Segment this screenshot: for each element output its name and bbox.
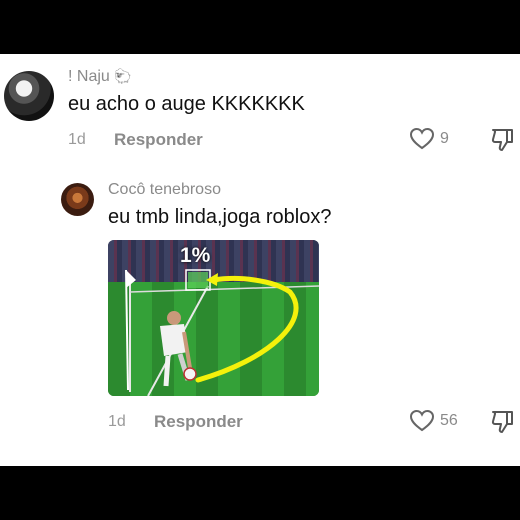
heart-outline-icon[interactable] [409, 127, 435, 151]
comment-username[interactable]: Cocô tenebroso [108, 181, 221, 199]
avatar[interactable] [4, 71, 54, 121]
badge-icon: 🐑 [114, 68, 132, 84]
like-count: 56 [440, 412, 458, 429]
thumbs-down-outline-icon[interactable] [490, 127, 516, 153]
comment-timestamp: 1d [68, 131, 86, 148]
comment-timestamp: 1d [108, 413, 126, 430]
overlay-percentage: 1% [180, 244, 211, 267]
comment-text: eu acho o auge KKKKKKK [68, 93, 305, 115]
like-count: 9 [440, 130, 449, 147]
bottom-frame [0, 466, 520, 520]
avatar[interactable] [61, 183, 94, 216]
comment-image[interactable]: 1% [108, 240, 319, 396]
thumbs-down-outline-icon[interactable] [490, 409, 516, 435]
comment-username[interactable]: ! Naju 🐑 [68, 68, 132, 86]
reply-button[interactable]: Responder [114, 130, 203, 150]
pitch-overlay [125, 269, 319, 396]
reply-button[interactable]: Responder [154, 412, 243, 432]
heart-outline-icon[interactable] [409, 409, 435, 433]
comment-text: eu tmb linda,joga roblox? [108, 206, 332, 228]
